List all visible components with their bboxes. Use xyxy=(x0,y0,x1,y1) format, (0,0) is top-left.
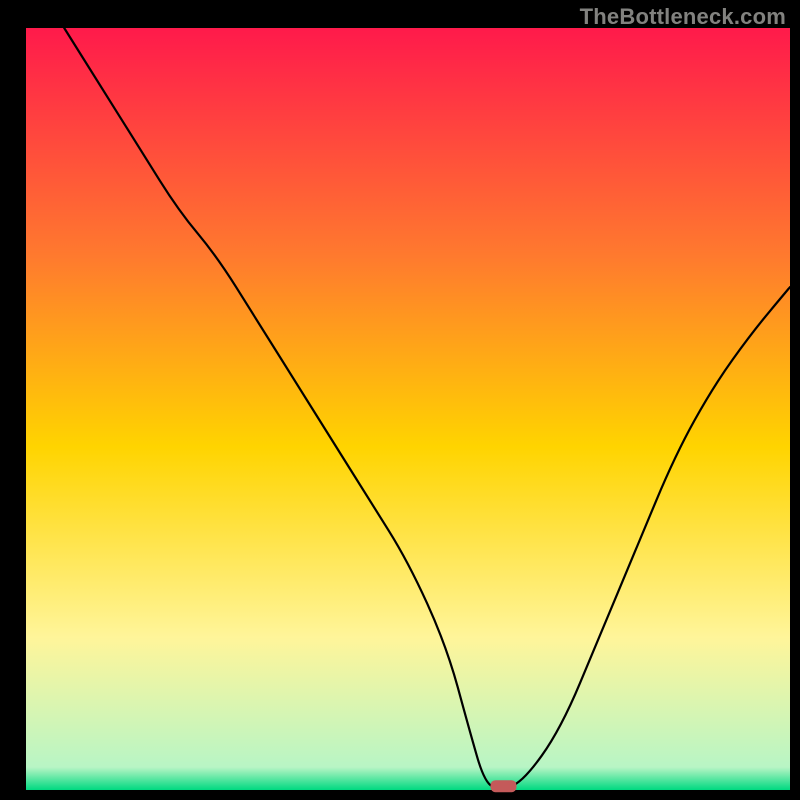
bottleneck-chart xyxy=(0,0,800,800)
plot-background xyxy=(26,28,790,790)
chart-container: TheBottleneck.com xyxy=(0,0,800,800)
watermark-text: TheBottleneck.com xyxy=(580,4,786,30)
optimal-marker xyxy=(491,780,517,792)
